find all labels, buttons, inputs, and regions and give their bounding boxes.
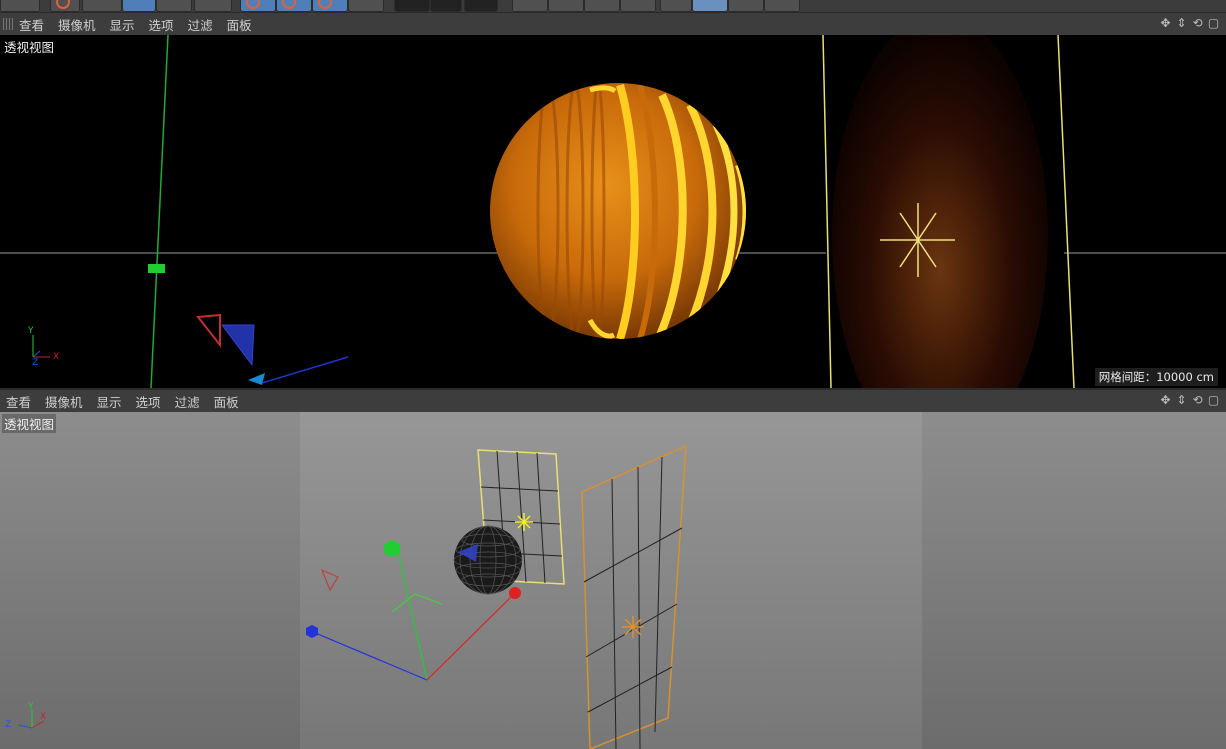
menu-panel[interactable]: 面板	[214, 392, 239, 411]
orange-light-icon	[622, 616, 644, 638]
rotate-x-icon[interactable]	[240, 0, 276, 12]
top-viewport[interactable]: Y X Z 透视视图 网格间距：10000 cm	[0, 35, 1226, 388]
axis-x-label: X	[40, 712, 46, 722]
menu-options[interactable]: 选项	[149, 15, 174, 34]
camera-icon[interactable]	[728, 0, 764, 12]
main-toolbar	[0, 0, 1226, 13]
menu-view[interactable]: 查看	[19, 15, 44, 34]
wireframe-sphere	[453, 525, 523, 595]
bottom-viewport-menubar: 查看 摄像机 显示 选项 过滤 面板 ✥ ⇕ ⟲ ▢	[0, 390, 1226, 412]
top-nav-icons: ✥ ⇕ ⟲ ▢	[1159, 16, 1220, 30]
menu-camera[interactable]: 摄像机	[58, 15, 96, 34]
menu-filter[interactable]: 过滤	[188, 15, 213, 34]
light-icon[interactable]	[764, 0, 800, 12]
menu-display[interactable]: 显示	[97, 392, 122, 411]
keyframe-icon[interactable]	[82, 0, 122, 12]
sphere	[490, 83, 746, 339]
panel-grip-icon[interactable]	[3, 18, 13, 30]
axis-y-label: Y	[27, 326, 34, 336]
rotate-y-icon[interactable]	[276, 0, 312, 12]
pen-icon[interactable]	[548, 0, 584, 12]
top-viewport-canvas: Y X Z	[0, 35, 1226, 388]
green-axis-line	[150, 35, 169, 388]
rotate-z-icon[interactable]	[312, 0, 348, 12]
grid-spacing-readout: 网格间距：10000 cm	[1094, 368, 1218, 386]
viewport-label: 透视视图	[2, 414, 57, 433]
menu-filter[interactable]: 过滤	[175, 392, 200, 411]
bottom-viewport[interactable]: Y X Z 透视视图	[0, 412, 1226, 749]
axis-z-label: Z	[32, 358, 38, 368]
scale-icon[interactable]	[194, 0, 232, 12]
camera-gizmo-red	[196, 313, 221, 348]
floor-icon[interactable]	[692, 0, 728, 12]
menu-display[interactable]: 显示	[110, 15, 135, 34]
transform-icon[interactable]	[348, 0, 384, 12]
bottom-nav-icons: ✥ ⇕ ⟲ ▢	[1159, 393, 1220, 407]
green-handle	[148, 264, 165, 273]
orbit-icon[interactable]: ⟲	[1191, 16, 1204, 30]
maximize-icon[interactable]: ▢	[1207, 393, 1220, 407]
move-icon[interactable]	[156, 0, 192, 12]
safe-frame	[300, 412, 922, 749]
pan-icon[interactable]: ✥	[1159, 16, 1172, 30]
cube-icon[interactable]	[512, 0, 548, 12]
scene-icon[interactable]	[660, 0, 692, 12]
menu-view[interactable]: 查看	[6, 392, 31, 411]
dolly-icon[interactable]: ⇕	[1175, 393, 1188, 407]
record-icon[interactable]	[464, 0, 498, 12]
dolly-icon[interactable]: ⇕	[1175, 16, 1188, 30]
menu-panel[interactable]: 面板	[227, 15, 252, 34]
select-icon[interactable]	[122, 0, 156, 12]
tb-button-1[interactable]	[0, 0, 40, 12]
play-forward-icon[interactable]	[430, 0, 462, 12]
axis-z-label: Z	[5, 720, 11, 730]
menu-camera[interactable]: 摄像机	[45, 392, 83, 411]
camera-gizmo-blue	[221, 324, 255, 367]
axis-indicator	[32, 335, 50, 358]
deformer-icon[interactable]	[620, 0, 656, 12]
viewport-label: 透视视图	[2, 37, 57, 56]
subdivide-icon[interactable]	[584, 0, 620, 12]
blue-axis-line	[261, 356, 349, 384]
bottom-viewport-canvas: Y X Z	[5, 412, 922, 749]
axis-y-label: Y	[27, 702, 34, 712]
play-icon[interactable]	[394, 0, 430, 12]
pan-icon[interactable]: ✥	[1159, 393, 1172, 407]
undo-icon[interactable]	[50, 0, 80, 12]
glow-ellipse	[832, 35, 1048, 388]
orbit-icon[interactable]: ⟲	[1191, 393, 1204, 407]
top-viewport-menubar: 查看 摄像机 显示 选项 过滤 面板 ✥ ⇕ ⟲ ▢	[0, 13, 1226, 35]
axis-x-label: X	[53, 352, 59, 362]
menu-options[interactable]: 选项	[136, 392, 161, 411]
maximize-icon[interactable]: ▢	[1207, 16, 1220, 30]
